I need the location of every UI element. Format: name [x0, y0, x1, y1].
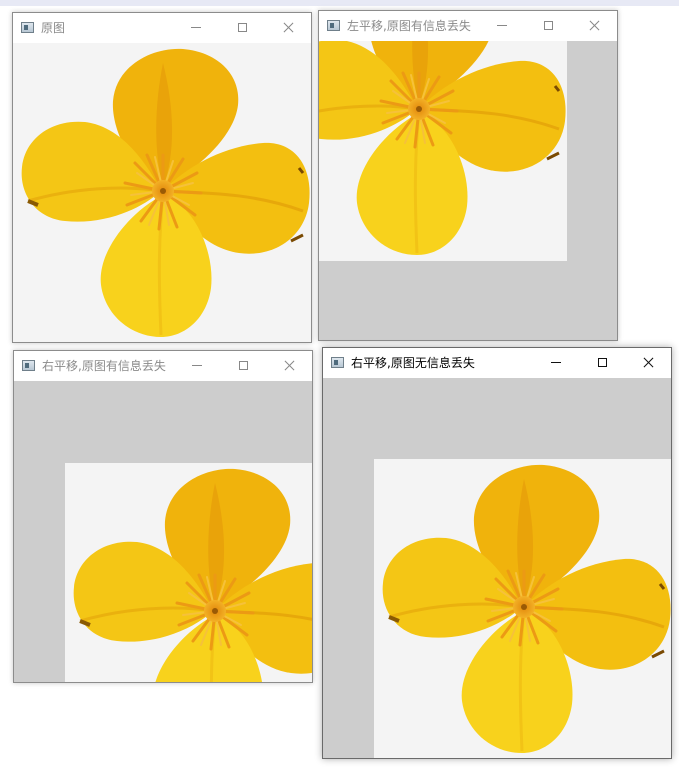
close-button[interactable] — [265, 13, 311, 43]
maximize-button[interactable] — [525, 11, 571, 41]
maximize-icon — [543, 21, 553, 30]
window-content — [13, 43, 311, 342]
app-window-icon — [331, 357, 344, 368]
minimize-icon — [191, 27, 201, 28]
window-title: 左平移,原图有信息丢失 — [347, 19, 471, 33]
maximize-button[interactable] — [220, 351, 266, 381]
title-bar[interactable]: 左平移,原图有信息丢失 — [319, 11, 617, 41]
maximize-button[interactable] — [579, 348, 625, 378]
minimize-button[interactable] — [173, 13, 219, 43]
app-window-icon — [21, 22, 34, 33]
minimize-button[interactable] — [533, 348, 579, 378]
close-button[interactable] — [266, 351, 312, 381]
window-original[interactable]: 原图 — [12, 12, 312, 343]
close-button[interactable] — [625, 348, 671, 378]
window-shift-right-lossy[interactable]: 右平移,原图有信息丢失 — [13, 350, 313, 683]
window-title: 原图 — [41, 21, 66, 35]
maximize-icon — [237, 23, 247, 32]
window-shift-right-lossless[interactable]: 右平移,原图无信息丢失 — [322, 347, 672, 759]
title-bar[interactable]: 原图 — [13, 13, 311, 43]
app-window-icon — [22, 360, 35, 371]
minimize-icon — [497, 25, 507, 26]
minimize-button[interactable] — [479, 11, 525, 41]
flower-image — [374, 459, 671, 758]
flower-image — [13, 43, 311, 342]
minimize-icon — [551, 362, 561, 363]
desktop-top-strip — [0, 0, 679, 6]
window-shift-left-lossy[interactable]: 左平移,原图有信息丢失 — [318, 10, 618, 341]
window-content — [319, 41, 617, 340]
close-icon — [283, 22, 294, 33]
close-icon — [284, 360, 295, 371]
title-bar[interactable]: 右平移,原图无信息丢失 — [323, 348, 671, 378]
window-title: 右平移,原图有信息丢失 — [42, 359, 166, 373]
close-button[interactable] — [571, 11, 617, 41]
flower-image — [65, 463, 312, 682]
maximize-button[interactable] — [219, 13, 265, 43]
window-title: 右平移,原图无信息丢失 — [351, 356, 475, 370]
minimize-button[interactable] — [174, 351, 220, 381]
window-content — [323, 378, 671, 758]
window-content — [14, 381, 312, 682]
title-bar[interactable]: 右平移,原图有信息丢失 — [14, 351, 312, 381]
app-window-icon — [327, 20, 340, 31]
close-icon — [643, 357, 654, 368]
minimize-icon — [192, 365, 202, 366]
maximize-icon — [597, 358, 607, 367]
flower-image — [319, 41, 567, 261]
close-icon — [589, 20, 600, 31]
maximize-icon — [238, 361, 248, 370]
